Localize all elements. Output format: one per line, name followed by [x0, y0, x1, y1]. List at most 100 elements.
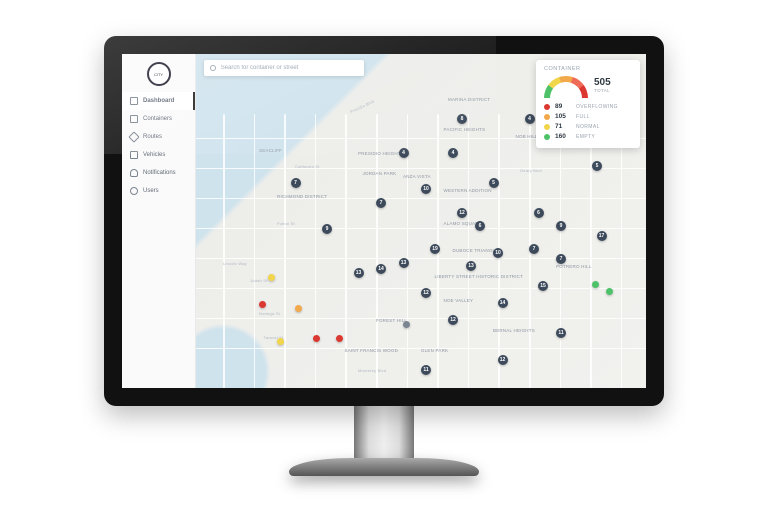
- map-cluster-pin[interactable]: 6: [534, 208, 544, 218]
- sidebar-item-containers[interactable]: Containers: [122, 110, 195, 128]
- map-cluster-pin[interactable]: 17: [597, 231, 607, 241]
- legend-value: 105: [555, 113, 571, 120]
- map-container-pin[interactable]: [313, 335, 320, 342]
- map-cluster-pin[interactable]: 12: [498, 355, 508, 365]
- status-gauge: [544, 76, 588, 98]
- map-district-label: RICHMOND DISTRICT: [277, 194, 327, 199]
- map-cluster-pin[interactable]: 14: [376, 264, 386, 274]
- map-cluster-pin[interactable]: 4: [399, 148, 409, 158]
- total-box: 505 TOTAL: [594, 76, 611, 93]
- map-cluster-pin[interactable]: 5: [489, 178, 499, 188]
- sidebar-item-notifications[interactable]: Notifications: [122, 164, 195, 182]
- box-icon: [130, 115, 138, 123]
- swatch-overflowing: [544, 104, 550, 110]
- map-cluster-pin[interactable]: 11: [556, 328, 566, 338]
- map-street-label: Noriega St: [259, 311, 280, 316]
- map-cluster-pin[interactable]: 6: [475, 221, 485, 231]
- sidebar-item-label: Routes: [143, 134, 162, 140]
- map-street-label: Lincoln Way: [223, 261, 247, 266]
- swatch-full: [544, 114, 550, 120]
- sidebar-item-label: Notifications: [143, 170, 176, 176]
- map-cluster-pin[interactable]: 10: [493, 248, 503, 258]
- search-bar[interactable]: [204, 60, 364, 76]
- legend-row-normal: 71 NORMAL: [544, 123, 632, 130]
- search-input[interactable]: [221, 65, 358, 71]
- map-street-label: Geary Blvd: [520, 168, 542, 173]
- map-district-label: MARINA DISTRICT: [448, 97, 490, 102]
- truck-icon: [130, 151, 138, 159]
- map-cluster-pin[interactable]: 7: [556, 254, 566, 264]
- map-cluster-pin[interactable]: 5: [592, 161, 602, 171]
- grid-icon: [130, 97, 138, 105]
- map-container-pin[interactable]: [259, 301, 266, 308]
- legend: 89OVERFLOWING 105FULL 71 NORMAL 160 EMPTY: [544, 103, 632, 140]
- route-icon: [128, 131, 139, 142]
- map-cluster-pin[interactable]: 7: [291, 178, 301, 188]
- map-cluster-pin[interactable]: 12: [457, 208, 467, 218]
- map-container-pin[interactable]: [277, 338, 284, 345]
- map-district-label: BERNAL HEIGHTS: [493, 328, 535, 333]
- map-district-label: NOE VALLEY: [444, 298, 474, 303]
- map-district-label: DUBOCE TRIANGLE: [453, 248, 499, 253]
- map-district-label: LIBERTY STREET HISTORIC DISTRICT: [435, 274, 524, 279]
- user-icon: [130, 187, 138, 195]
- search-icon: [210, 65, 216, 71]
- map-cluster-pin[interactable]: 7: [376, 198, 386, 208]
- map-container-pin[interactable]: [295, 305, 302, 312]
- sidebar-item-users[interactable]: Users: [122, 182, 195, 200]
- legend-value: 160: [555, 133, 571, 140]
- monitor-bezel: CITY DashboardContainers Routes Vehicles No…: [104, 36, 664, 406]
- map-container-pin[interactable]: [336, 335, 343, 342]
- map-container-pin[interactable]: [606, 288, 613, 295]
- map-district-label: SEACLIFF: [259, 148, 282, 153]
- map-cluster-pin[interactable]: 13: [354, 268, 364, 278]
- map-district-label: JORDAN PARK: [363, 171, 397, 176]
- map-cluster-pin[interactable]: 15: [538, 281, 548, 291]
- map-district-label: PACIFIC HEIGHTS: [444, 127, 486, 132]
- map-container-pin[interactable]: [268, 274, 275, 281]
- map-cluster-pin[interactable]: 4: [525, 114, 535, 124]
- panel-title: CONTAINER: [544, 66, 632, 72]
- map-cluster-pin[interactable]: 7: [529, 244, 539, 254]
- map-cluster-pin[interactable]: 13: [466, 261, 476, 271]
- map-district-label: PRESIDIO HEIGHTS: [358, 151, 404, 156]
- map-street-label: Fulton St: [277, 221, 295, 226]
- sidebar-item-routes[interactable]: Routes: [122, 128, 195, 146]
- map-cluster-pin[interactable]: 12: [421, 288, 431, 298]
- city-seal-logo: CITY: [147, 62, 171, 86]
- legend-value: 71: [555, 123, 571, 130]
- map-street-label: Presidio Blvd: [349, 99, 375, 114]
- map-cluster-pin[interactable]: 13: [399, 258, 409, 268]
- map-cluster-pin[interactable]: 4: [448, 148, 458, 158]
- map-cluster-pin[interactable]: 8: [457, 114, 467, 124]
- nav-list: DashboardContainers Routes Vehicles Notific…: [122, 92, 195, 200]
- main-area: SEACLIFF RICHMOND DISTRICT PRESIDIO HEIGHT…: [196, 54, 646, 388]
- legend-label: EMPTY: [576, 134, 595, 140]
- map-district-label: SAINT FRANCIS WOOD: [345, 348, 399, 353]
- map-cluster-pin[interactable]: 9: [322, 224, 332, 234]
- legend-label: NORMAL: [576, 124, 600, 130]
- legend-row-full: 105FULL: [544, 113, 632, 120]
- map-cluster-pin[interactable]: 14: [498, 298, 508, 308]
- legend-row-overflowing: 89OVERFLOWING: [544, 103, 632, 110]
- swatch-normal: [544, 124, 550, 130]
- app-screen: CITY DashboardContainers Routes Vehicles No…: [122, 54, 646, 388]
- swatch-empty: [544, 134, 550, 140]
- container-panel: CONTAINER 505 TOTAL 89OVERFLOWING 105FULL…: [536, 60, 640, 148]
- map-district-label: ANZA VISTA: [403, 174, 431, 179]
- bell-icon: [130, 169, 138, 177]
- map-cluster-pin[interactable]: 11: [421, 365, 431, 375]
- map-district-label: POTRERO HILL: [556, 264, 591, 269]
- sidebar-item-label: Vehicles: [143, 152, 165, 158]
- map-cluster-pin[interactable]: 10: [421, 184, 431, 194]
- monitor-mockup: CITY DashboardContainers Routes Vehicles No…: [104, 36, 664, 476]
- map-district-label: WESTERN ADDITION: [444, 188, 492, 193]
- map-cluster-pin[interactable]: 12: [448, 315, 458, 325]
- sidebar-item-vehicles[interactable]: Vehicles: [122, 146, 195, 164]
- sidebar-item-dashboard[interactable]: Dashboard: [122, 92, 195, 110]
- map-cluster-pin[interactable]: 9: [556, 221, 566, 231]
- legend-label: OVERFLOWING: [576, 104, 618, 110]
- total-value: 505: [594, 78, 611, 88]
- map-street-label: California St: [295, 164, 319, 169]
- map-container-pin[interactable]: [403, 321, 410, 328]
